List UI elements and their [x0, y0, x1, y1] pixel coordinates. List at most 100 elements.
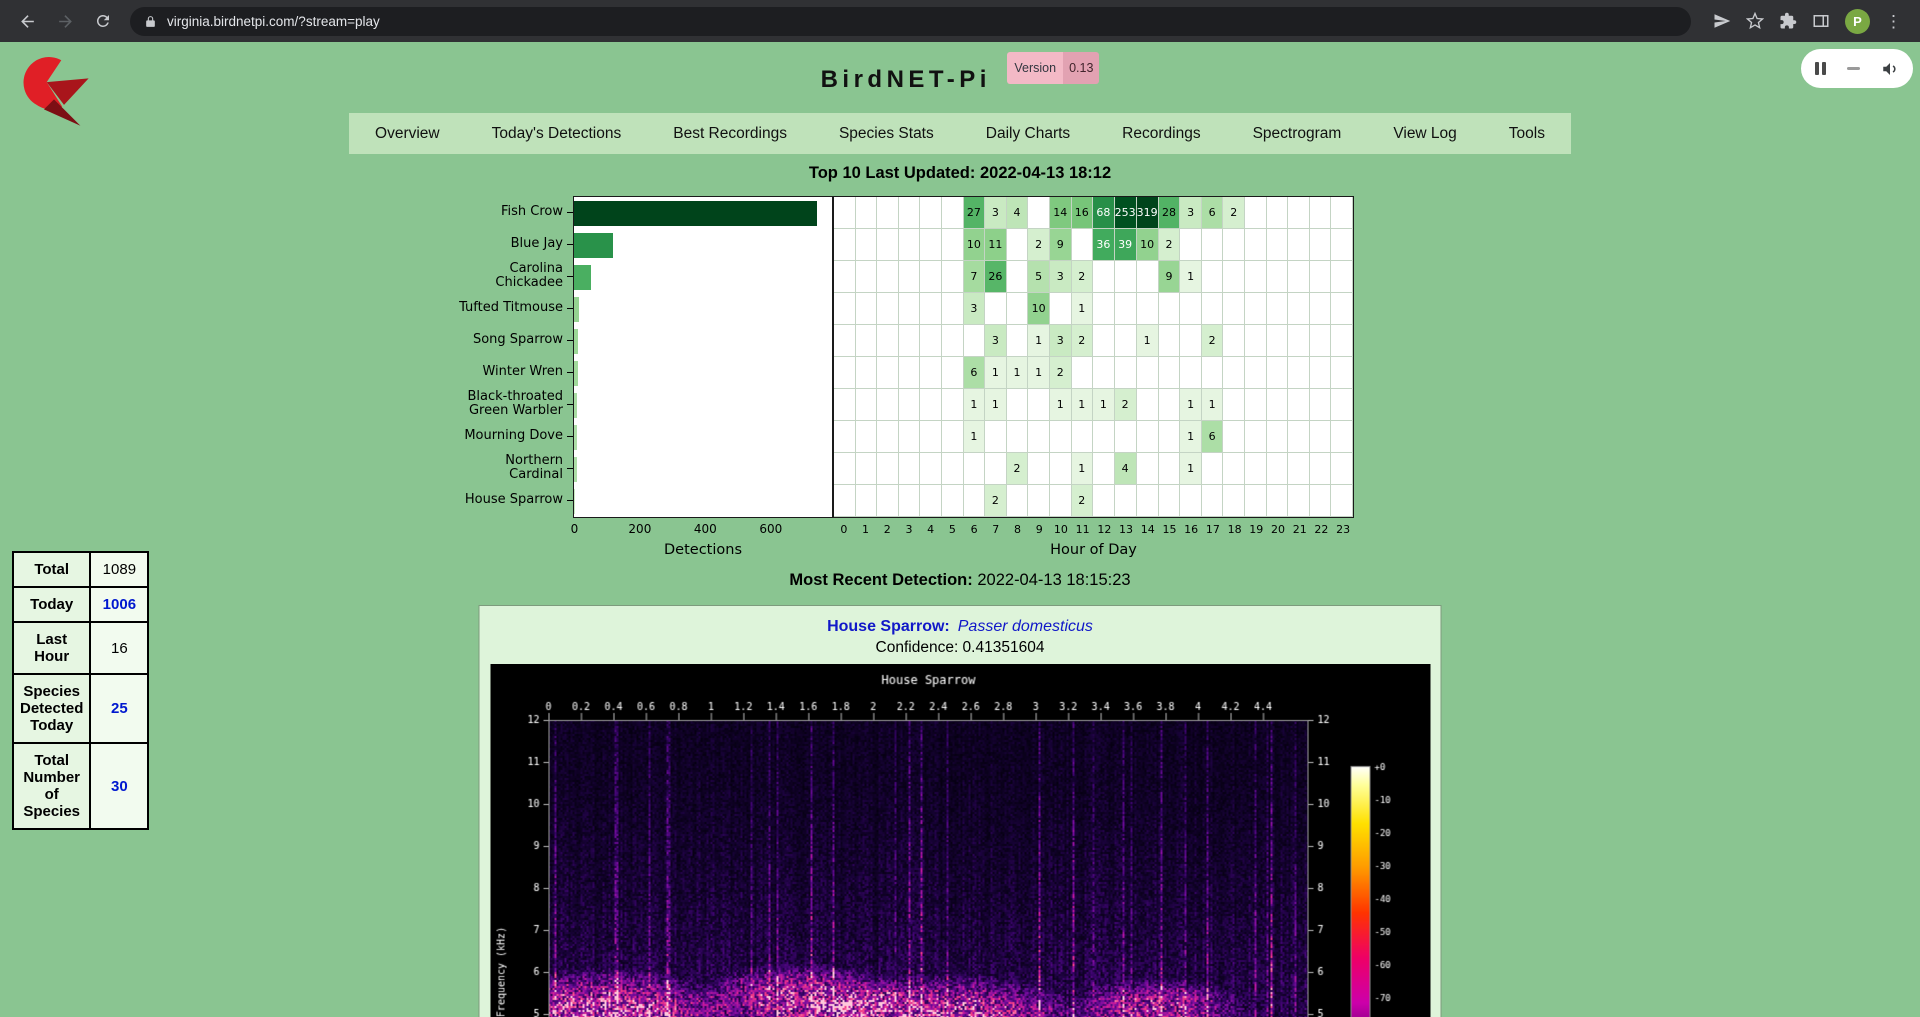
stat-value[interactable]: 25	[90, 674, 148, 743]
hour-axis-tick: 10	[1050, 523, 1072, 538]
heat-cell: 7	[964, 261, 986, 293]
species-label-text: Tufted Titmouse	[459, 301, 563, 315]
nav-item-tools[interactable]: Tools	[1483, 113, 1571, 154]
heat-cell: 2	[1202, 325, 1224, 357]
heat-cell	[1093, 325, 1115, 357]
heat-cell: 2	[1115, 389, 1137, 421]
bar	[574, 265, 591, 290]
stat-value[interactable]: 30	[90, 743, 148, 829]
species-label: Tufted Titmouse	[427, 292, 573, 324]
back-button[interactable]	[10, 4, 44, 38]
bookmark-star-icon[interactable]	[1746, 12, 1764, 30]
heat-cell	[1159, 485, 1181, 517]
hour-axis-title: Hour of Day	[833, 542, 1354, 558]
seek-bar[interactable]	[1847, 67, 1860, 70]
hour-axis-tick: 0	[833, 523, 855, 538]
volume-icon[interactable]	[1881, 60, 1899, 78]
species-label-text: Mourning Dove	[464, 429, 563, 443]
heat-cell	[1159, 293, 1181, 325]
heat-cell: 68	[1093, 197, 1115, 229]
pause-button[interactable]	[1815, 62, 1826, 75]
heat-cell	[1028, 421, 1050, 453]
bar-axis-tick: 400	[694, 522, 717, 536]
forward-button[interactable]	[48, 4, 82, 38]
heat-cell	[1202, 293, 1224, 325]
hour-axis-tick: 12	[1094, 523, 1116, 538]
heat-cell: 16	[1072, 197, 1094, 229]
menu-icon[interactable]: ⋮	[1885, 13, 1902, 30]
spectrogram-image	[490, 664, 1430, 1017]
reload-button[interactable]	[86, 4, 120, 38]
top10-chart: Fish CrowBlue JayCarolina ChickadeeTufte…	[427, 196, 1354, 558]
heat-cell	[1245, 485, 1267, 517]
heat-cell: 10	[1137, 229, 1159, 261]
send-icon[interactable]	[1713, 12, 1731, 30]
hour-axis-tick: 23	[1332, 523, 1354, 538]
heat-cell: 1	[985, 357, 1007, 389]
toolbar-right-icons: P ⋮	[1705, 9, 1910, 34]
nav-item-view-log[interactable]: View Log	[1367, 113, 1482, 154]
heat-cell	[920, 229, 942, 261]
heat-cell	[942, 357, 964, 389]
version-badge: Version0.13	[1007, 52, 1099, 84]
heat-cell	[1223, 325, 1245, 357]
extensions-icon[interactable]	[1779, 12, 1797, 30]
bar-row	[574, 357, 832, 389]
heat-cell	[964, 485, 986, 517]
bar-row	[574, 485, 832, 517]
heat-cell	[1288, 229, 1310, 261]
species-label-text: Black-throated Green Warbler	[451, 390, 563, 418]
heat-cell	[942, 389, 964, 421]
nav-item-today-s-detections[interactable]: Today's Detections	[466, 113, 648, 154]
heat-cell	[920, 293, 942, 325]
nav-item-daily-charts[interactable]: Daily Charts	[960, 113, 1096, 154]
heat-cell	[985, 293, 1007, 325]
url-bar[interactable]: virginia.birdnetpi.com/?stream=play	[130, 7, 1691, 36]
heat-cell	[899, 325, 921, 357]
species-label: Song Sparrow	[427, 324, 573, 356]
nav-item-recordings[interactable]: Recordings	[1096, 113, 1226, 154]
species-label-text: Song Sparrow	[473, 333, 563, 347]
heat-cell	[1050, 293, 1072, 325]
heat-cell	[899, 485, 921, 517]
heat-cell: 253	[1115, 197, 1137, 229]
scientific-name-link[interactable]: Passer domesticus	[958, 618, 1093, 635]
heat-cell	[1245, 261, 1267, 293]
heatmap: 2734141668253319283621011293639102726532…	[833, 196, 1354, 518]
heat-cell	[1137, 485, 1159, 517]
heat-cell	[1331, 293, 1353, 325]
heat-cell	[1050, 485, 1072, 517]
nav-item-best-recordings[interactable]: Best Recordings	[647, 113, 813, 154]
hour-axis-tick: 9	[1028, 523, 1050, 538]
heat-cell	[920, 325, 942, 357]
nav-item-overview[interactable]: Overview	[349, 113, 466, 154]
hour-axis-tick: 8	[1007, 523, 1029, 538]
heat-cell: 1	[1180, 389, 1202, 421]
chart-axes: 0200400600 Detections 012345678910111213…	[427, 521, 1354, 558]
heat-cell	[1267, 261, 1289, 293]
hour-axis-tick: 17	[1202, 523, 1224, 538]
lock-icon	[144, 15, 157, 28]
profile-avatar[interactable]: P	[1845, 9, 1870, 34]
species-name-link[interactable]: House Sparrow:	[827, 618, 950, 635]
stat-value[interactable]: 1006	[90, 587, 148, 622]
heat-cell	[1137, 389, 1159, 421]
hour-axis-tick: 22	[1311, 523, 1333, 538]
heat-cell	[1310, 357, 1332, 389]
heat-cell: 1	[964, 389, 986, 421]
nav-item-spectrogram[interactable]: Spectrogram	[1227, 113, 1368, 154]
nav-item-species-stats[interactable]: Species Stats	[813, 113, 960, 154]
heat-cell	[942, 325, 964, 357]
heat-cell: 2	[1007, 453, 1029, 485]
heat-cell	[899, 261, 921, 293]
side-panel-icon[interactable]	[1812, 12, 1830, 30]
heat-cell	[942, 421, 964, 453]
heat-cell	[1267, 229, 1289, 261]
heat-cell	[877, 453, 899, 485]
heat-cell	[1007, 421, 1029, 453]
heat-cell	[834, 485, 856, 517]
heat-cell: 3	[985, 325, 1007, 357]
heat-cell	[834, 229, 856, 261]
heat-cell	[1331, 485, 1353, 517]
heat-cell	[877, 261, 899, 293]
